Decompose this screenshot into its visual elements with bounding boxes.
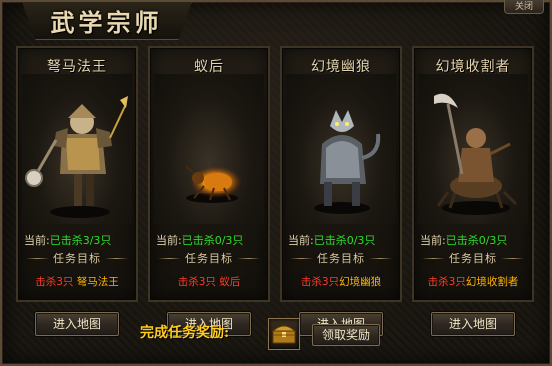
enter-map-button[interactable]: 进入地图 (431, 312, 515, 336)
title-plate: 武学宗师 (22, 2, 192, 40)
boss-portrait (22, 74, 132, 224)
progress-value: 已击杀0/3只 (313, 234, 376, 247)
goal-target: 击杀3只幻境幽狼 (282, 274, 400, 289)
progress-label: 当前: (24, 234, 50, 247)
boss-name: 弩马法王 (47, 59, 107, 75)
boss-card-1: 弩马法王 当前:已击杀3/3只 任务目标 击杀3只 弩马法王 进入地图 (16, 46, 138, 336)
boss-portrait (154, 74, 264, 224)
goal-label: 任务目标 (449, 252, 497, 265)
goal-target: 击杀3只幻境收割者 (414, 274, 532, 289)
kill-progress: 当前:已击杀0/3只 (156, 232, 266, 248)
boss-card-4: 幻境收割者 当前:已击杀0/3只 任务目标 击杀3只幻境收割者 进入地图 (412, 46, 534, 336)
goal-header: 任务目标 (22, 250, 132, 266)
kill-count: 击杀3只 (35, 276, 74, 288)
kill-progress: 当前:已击杀0/3只 (288, 232, 398, 248)
boss-card-3: 幻境幽狼 当前:已击杀0/3只 任务目标 击杀3只幻境幽狼 进入地图 (280, 46, 402, 336)
progress-value: 已击杀3/3只 (49, 234, 112, 247)
goal-header: 任务目标 (154, 250, 264, 266)
target-name: 幻境幽狼 (339, 276, 382, 288)
reward-item-slot[interactable] (268, 318, 300, 350)
target-name: 弩马法王 (76, 276, 119, 288)
window-title: 武学宗师 (50, 8, 163, 37)
phantom-wolf-icon (314, 110, 381, 214)
kill-count: 击杀3只 (427, 276, 466, 288)
kill-progress: 当前:已击杀0/3只 (420, 232, 530, 248)
target-name: 蚁后 (219, 276, 241, 288)
boss-name: 幻境收割者 (435, 59, 511, 75)
target-name: 幻境收割者 (465, 276, 519, 288)
goal-label: 任务目标 (317, 252, 365, 265)
boss-card-2: 蚁后 当前:已击杀0/3只 任务目标 击杀3只 蚁后 进入地图 (148, 46, 270, 336)
kill-count: 击杀3只 (177, 276, 216, 288)
progress-label: 当前: (288, 234, 314, 247)
ant-queen-icon (185, 165, 242, 203)
goal-header: 任务目标 (418, 250, 528, 266)
kill-count: 击杀3只 (300, 276, 340, 288)
phantom-reaper-icon (434, 93, 518, 215)
progress-label: 当前: (420, 234, 446, 247)
progress-value: 已击杀0/3只 (445, 234, 508, 247)
progress-label: 当前: (156, 234, 182, 247)
claim-reward-button[interactable]: 领取奖励 (312, 324, 380, 346)
armored-warrior-icon (25, 96, 128, 218)
goal-target: 击杀3只 蚁后 (150, 274, 268, 289)
enter-map-button[interactable]: 进入地图 (35, 312, 119, 336)
goal-target: 击杀3只 弩马法王 (18, 274, 136, 289)
boss-name: 蚁后 (194, 59, 224, 75)
goal-label: 任务目标 (185, 252, 233, 265)
quest-window: 武学宗师 关闭 弩马法王 当前:已击杀3/3只 任务目标 击杀3只 弩马法王 进… (0, 0, 552, 366)
goal-label: 任务目标 (53, 252, 101, 265)
reward-label: 完成任务奖励: (140, 325, 230, 341)
progress-value: 已击杀0/3只 (181, 234, 244, 247)
close-tab[interactable]: 关闭 (504, 0, 544, 14)
goal-header: 任务目标 (286, 250, 396, 266)
boss-portrait (418, 74, 528, 224)
boss-name: 幻境幽狼 (311, 59, 371, 75)
treasure-chest-icon (271, 325, 297, 344)
kill-progress: 当前:已击杀3/3只 (24, 232, 134, 248)
boss-portrait (286, 74, 396, 224)
